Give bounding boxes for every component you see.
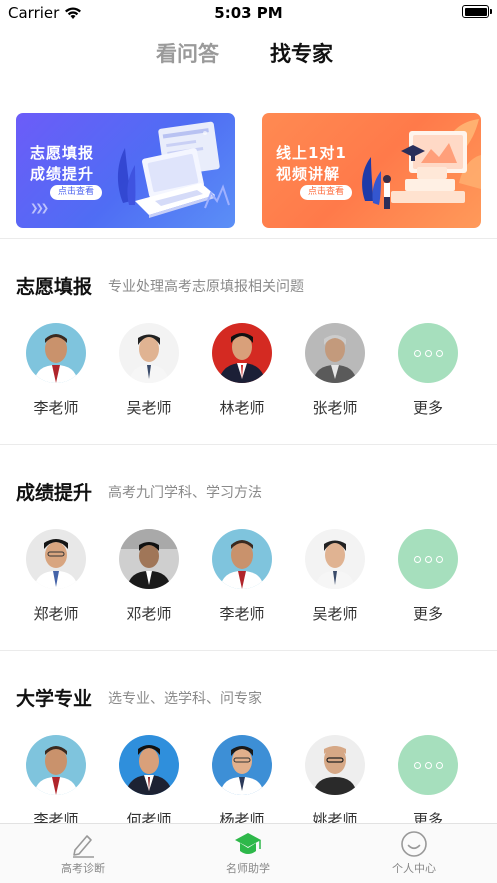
- tab-find-expert[interactable]: 找专家: [270, 38, 333, 74]
- banner-volunteer-text: 志愿填报 成绩提升: [30, 143, 94, 185]
- section-title: 志愿填报: [16, 276, 93, 298]
- teacher-card[interactable]: 吴老师: [295, 529, 375, 624]
- tab-qa-label: 看问答: [156, 42, 219, 66]
- avatar: [305, 529, 365, 589]
- banner-video[interactable]: 线上1对1 视频讲解 点击查看: [262, 113, 481, 228]
- teacher-name: 邓老师: [126, 605, 172, 623]
- laptop-illustration: [117, 121, 230, 218]
- avatar: [119, 735, 179, 795]
- more-button[interactable]: 更多: [388, 323, 468, 418]
- tab-label: 个人中心: [392, 862, 436, 875]
- teacher-name: 张老师: [312, 399, 358, 417]
- video-lecture-illustration: [362, 119, 481, 209]
- avatar: [26, 529, 86, 589]
- bottom-tab-bar: 高考诊断 名师助学 个人中心: [0, 823, 497, 883]
- tab-label: 名师助学: [226, 862, 270, 875]
- teacher-card[interactable]: 李老师: [16, 323, 96, 418]
- banner-volunteer-line1: 志愿填报: [30, 144, 95, 162]
- more-dots-icon: [398, 323, 458, 383]
- more-dots-icon: [398, 529, 458, 589]
- divider: [0, 444, 497, 445]
- tab-diagnosis[interactable]: 高考诊断: [23, 830, 143, 876]
- banner-video-text: 线上1对1 视频讲解: [276, 143, 347, 185]
- avatar: [119, 529, 179, 589]
- avatar: [212, 529, 272, 589]
- teacher-name: 李老师: [219, 605, 265, 623]
- graduation-cap-icon: [235, 833, 261, 854]
- teacher-card[interactable]: 李老师: [202, 529, 282, 624]
- avatar: [305, 323, 365, 383]
- tab-personal-center[interactable]: 个人中心: [354, 830, 474, 876]
- teacher-card[interactable]: 何老师: [109, 735, 189, 830]
- divider: [0, 650, 497, 651]
- avatar: [26, 323, 86, 383]
- banner-video-button[interactable]: 点击查看: [300, 185, 353, 200]
- teacher-card[interactable]: 邓老师: [109, 529, 189, 624]
- banner-volunteer-button[interactable]: 点击查看: [50, 185, 103, 200]
- more-dots-icon: [398, 735, 458, 795]
- teacher-name: 林老师: [219, 399, 265, 417]
- teacher-name: 吴老师: [312, 605, 358, 623]
- top-tabs: 看问答 找专家: [0, 38, 497, 74]
- smiley-face-icon: [401, 831, 427, 857]
- active-tab-underline: [276, 66, 333, 74]
- section-title: 大学专业: [16, 688, 93, 710]
- banner-volunteer[interactable]: 志愿填报 成绩提升 点击查看 ❯❯❯: [16, 113, 235, 228]
- more-label: 更多: [412, 399, 443, 417]
- section-subtitle: 高考九门学科、学习方法: [108, 485, 262, 501]
- avatar: [26, 735, 86, 795]
- teacher-name: 吴老师: [126, 399, 172, 417]
- teacher-name: 郑老师: [33, 605, 79, 623]
- teacher-card[interactable]: 李老师: [16, 735, 96, 830]
- section-subtitle: 选专业、选学科、问专家: [108, 691, 262, 707]
- battery-icon: [462, 5, 492, 18]
- chevrons-decoration: ❯❯❯: [30, 203, 49, 214]
- teacher-card[interactable]: 林老师: [202, 323, 282, 418]
- divider: [0, 238, 497, 239]
- avatar: [119, 323, 179, 383]
- tab-label: 高考诊断: [61, 862, 105, 875]
- teacher-card[interactable]: 杨老师: [202, 735, 282, 830]
- banner-video-line1: 线上1对1: [276, 144, 347, 162]
- teacher-card[interactable]: 姚老师: [295, 735, 375, 830]
- teacher-name: 李老师: [33, 399, 79, 417]
- status-bar: Carrier 5:03 PM: [0, 0, 497, 26]
- more-label: 更多: [412, 605, 443, 623]
- banner-video-line2: 视频讲解: [276, 165, 341, 183]
- section-title: 成绩提升: [16, 482, 93, 504]
- status-time: 5:03 PM: [214, 4, 283, 22]
- tab-qa[interactable]: 看问答: [156, 38, 219, 68]
- avatar: [212, 735, 272, 795]
- section-subtitle: 专业处理高考志原填报相关问题: [108, 279, 304, 295]
- more-button[interactable]: 更多: [388, 529, 468, 624]
- banner-volunteer-line2: 成绩提升: [30, 165, 95, 183]
- avatar: [212, 323, 272, 383]
- teacher-card[interactable]: 张老师: [295, 323, 375, 418]
- teacher-card[interactable]: 郑老师: [16, 529, 96, 624]
- more-button[interactable]: 更多: [388, 735, 468, 830]
- tab-expert-help[interactable]: 名师助学: [188, 830, 308, 876]
- pencil-icon: [73, 835, 94, 858]
- tab-find-expert-label: 找专家: [270, 42, 333, 66]
- avatar: [305, 735, 365, 795]
- teacher-card[interactable]: 吴老师: [109, 323, 189, 418]
